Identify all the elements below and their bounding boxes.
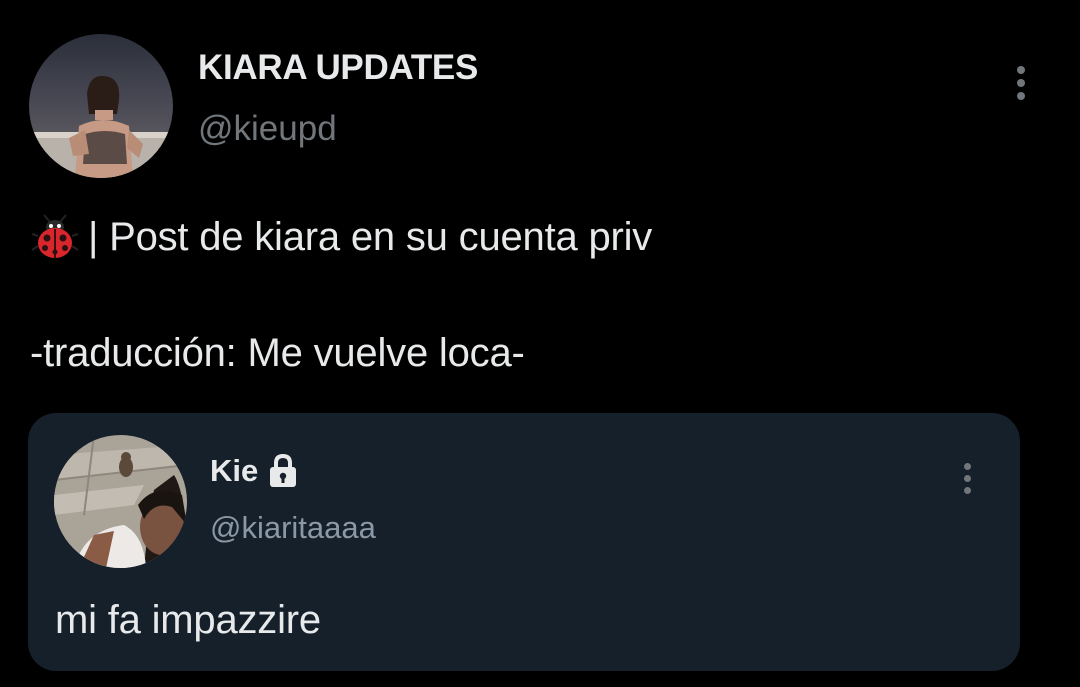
- quoted-author-display-name[interactable]: Kie: [210, 453, 258, 489]
- quoted-tweet-text: mi fa impazzire: [55, 598, 321, 642]
- quoted-author-avatar[interactable]: [54, 435, 187, 568]
- tweet-text-line: | Post de kiara en su cuenta priv: [30, 212, 652, 262]
- ladybug-icon: [30, 212, 80, 262]
- more-dot: [1017, 92, 1025, 100]
- quoted-author-name-row[interactable]: Kie: [210, 453, 302, 489]
- quoted-author-avatar-photo: [54, 435, 187, 568]
- more-dot: [963, 475, 971, 482]
- more-options-icon[interactable]: [1009, 66, 1033, 100]
- quoted-author-handle[interactable]: @kiaritaaaa: [210, 510, 376, 546]
- more-dot: [1017, 79, 1025, 87]
- tweet-text-line-2: -traducción: Me vuelve loca-: [30, 331, 525, 375]
- more-dot: [963, 463, 971, 470]
- author-display-name[interactable]: KIARA UPDATES: [198, 48, 478, 88]
- author-avatar-photo: [29, 34, 173, 178]
- author-avatar[interactable]: [29, 34, 173, 178]
- tweet-text-line-1: | Post de kiara en su cuenta priv: [88, 214, 653, 259]
- quoted-more-options-icon[interactable]: [955, 463, 979, 494]
- author-handle[interactable]: @kieupd: [198, 109, 337, 149]
- lock-icon: [264, 453, 302, 489]
- more-dot: [1017, 66, 1025, 74]
- more-dot: [963, 487, 971, 494]
